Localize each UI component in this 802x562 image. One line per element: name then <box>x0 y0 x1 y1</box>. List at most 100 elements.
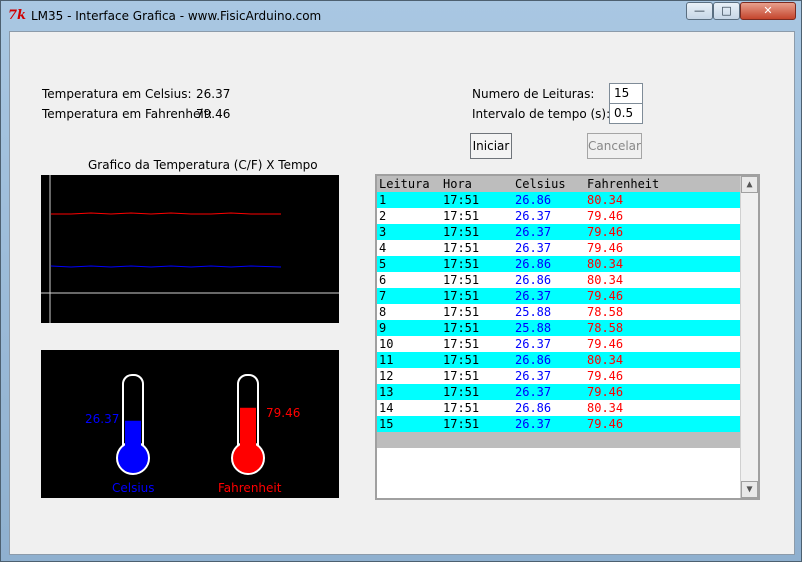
table-row[interactable]: 11 17:51 26.86 80.34 <box>377 352 758 368</box>
table-empty-row <box>377 432 758 448</box>
cell-fahrenheit: 78.58 <box>587 321 624 335</box>
cell-hora: 17:51 <box>443 417 480 431</box>
readings-table[interactable]: Leitura Hora Celsius Fahrenheit 1 17:51 26… <box>375 174 760 500</box>
cell-hora: 17:51 <box>443 401 480 415</box>
cell-hora: 17:51 <box>443 241 480 255</box>
header-fahrenheit: Fahrenheit <box>587 177 660 191</box>
cell-leitura: 3 <box>379 225 387 239</box>
celsius-thermo-value: 26.37 <box>85 412 120 426</box>
celsius-series-line <box>50 265 282 268</box>
table-body: 1 17:51 26.86 80.34 2 17:51 26.37 79.46 3 17:51 26… <box>377 192 758 432</box>
cell-hora: 17:51 <box>443 353 480 367</box>
cell-celsius: 26.86 <box>515 401 552 415</box>
cell-fahrenheit: 79.46 <box>587 369 624 383</box>
cell-fahrenheit: 80.34 <box>587 401 624 415</box>
header-leitura: Leitura <box>379 177 430 191</box>
cell-leitura: 1 <box>379 193 387 207</box>
table-header: Leitura Hora Celsius Fahrenheit <box>377 176 758 192</box>
cell-hora: 17:51 <box>443 321 480 335</box>
cell-leitura: 4 <box>379 241 387 255</box>
maximize-button[interactable]: □ <box>713 2 740 20</box>
fahrenheit-level <box>240 407 256 458</box>
minimize-button[interactable]: — <box>686 2 713 20</box>
table-row[interactable]: 15 17:51 26.37 79.46 <box>377 416 758 432</box>
cell-celsius: 26.86 <box>515 353 552 367</box>
table-row[interactable]: 12 17:51 26.37 79.46 <box>377 368 758 384</box>
cell-celsius: 26.37 <box>515 417 552 431</box>
table-row[interactable]: 6 17:51 26.86 80.34 <box>377 272 758 288</box>
cell-celsius: 26.37 <box>515 225 552 239</box>
cell-fahrenheit: 78.58 <box>587 305 624 319</box>
cell-fahrenheit: 80.34 <box>587 193 624 207</box>
cell-celsius: 26.37 <box>515 289 552 303</box>
cell-fahrenheit: 80.34 <box>587 257 624 271</box>
temperature-graph <box>41 175 339 323</box>
cell-leitura: 5 <box>379 257 387 271</box>
cell-leitura: 9 <box>379 321 387 335</box>
scroll-up-arrow-icon[interactable]: ▲ <box>741 176 758 193</box>
table-row[interactable]: 3 17:51 26.37 79.46 <box>377 224 758 240</box>
fahrenheit-label: Temperatura em Fahrenheit: <box>42 107 213 121</box>
header-hora: Hora <box>443 177 472 191</box>
table-row[interactable]: 1 17:51 26.86 80.34 <box>377 192 758 208</box>
cell-leitura: 12 <box>379 369 394 383</box>
fahrenheit-thermometer <box>231 374 265 475</box>
cell-fahrenheit: 79.46 <box>587 337 624 351</box>
cell-leitura: 7 <box>379 289 387 303</box>
cell-fahrenheit: 79.46 <box>587 209 624 223</box>
cell-leitura: 15 <box>379 417 394 431</box>
title-bar[interactable]: 7k LM35 - Interface Grafica - www.FisicA… <box>1 1 801 31</box>
celsius-level <box>125 420 141 458</box>
table-scrollbar[interactable]: ▲ ▼ <box>740 176 758 498</box>
cancel-button[interactable]: Cancelar <box>587 133 642 159</box>
graph-svg <box>41 175 339 323</box>
readings-count-input[interactable]: 15 <box>609 83 643 104</box>
fahrenheit-value: 79.46 <box>196 107 231 121</box>
cell-leitura: 14 <box>379 401 394 415</box>
cell-hora: 17:51 <box>443 209 480 223</box>
table-row[interactable]: 9 17:51 25.88 78.58 <box>377 320 758 336</box>
cell-fahrenheit: 79.46 <box>587 289 624 303</box>
client-area: Temperatura em Celsius: 26.37 Temperatur… <box>9 31 795 555</box>
tk-icon: 7k <box>8 8 27 23</box>
header-celsius: Celsius <box>515 177 566 191</box>
cell-celsius: 26.86 <box>515 193 552 207</box>
cell-fahrenheit: 80.34 <box>587 353 624 367</box>
cell-leitura: 8 <box>379 305 387 319</box>
cell-fahrenheit: 79.46 <box>587 241 624 255</box>
table-row[interactable]: 7 17:51 26.37 79.46 <box>377 288 758 304</box>
table-row[interactable]: 2 17:51 26.37 79.46 <box>377 208 758 224</box>
scroll-down-arrow-icon[interactable]: ▼ <box>741 481 758 498</box>
thermometer-panel: 26.37 79.46 Celsius Fahrenheit <box>41 350 339 498</box>
cell-fahrenheit: 79.46 <box>587 385 624 399</box>
table-row[interactable]: 13 17:51 26.37 79.46 <box>377 384 758 400</box>
celsius-thermo-label: Celsius <box>112 481 155 495</box>
cell-leitura: 10 <box>379 337 394 351</box>
app-window: 7k LM35 - Interface Grafica - www.FisicA… <box>0 0 802 562</box>
table-row[interactable]: 14 17:51 26.86 80.34 <box>377 400 758 416</box>
table-row[interactable]: 4 17:51 26.37 79.46 <box>377 240 758 256</box>
cell-leitura: 6 <box>379 273 387 287</box>
cell-leitura: 13 <box>379 385 394 399</box>
cell-leitura: 11 <box>379 353 394 367</box>
graph-title: Grafico da Temperatura (C/F) X Tempo <box>88 158 318 172</box>
cell-hora: 17:51 <box>443 257 480 271</box>
cell-celsius: 26.37 <box>515 209 552 223</box>
cell-celsius: 25.88 <box>515 321 552 335</box>
cell-hora: 17:51 <box>443 305 480 319</box>
table-row[interactable]: 10 17:51 26.37 79.46 <box>377 336 758 352</box>
cell-hora: 17:51 <box>443 369 480 383</box>
cell-celsius: 26.37 <box>515 369 552 383</box>
cell-celsius: 26.86 <box>515 273 552 287</box>
window-title: LM35 - Interface Grafica - www.FisicArdu… <box>31 9 322 23</box>
cell-hora: 17:51 <box>443 193 480 207</box>
table-row[interactable]: 8 17:51 25.88 78.58 <box>377 304 758 320</box>
fahrenheit-thermo-value: 79.46 <box>266 406 301 420</box>
celsius-thermometer <box>116 374 150 475</box>
cell-celsius: 26.37 <box>515 385 552 399</box>
cell-celsius: 26.86 <box>515 257 552 271</box>
table-row[interactable]: 5 17:51 26.86 80.34 <box>377 256 758 272</box>
close-button[interactable]: ✕ <box>740 2 796 20</box>
interval-input[interactable]: 0.5 <box>609 103 643 124</box>
start-button[interactable]: Iniciar <box>470 133 512 159</box>
